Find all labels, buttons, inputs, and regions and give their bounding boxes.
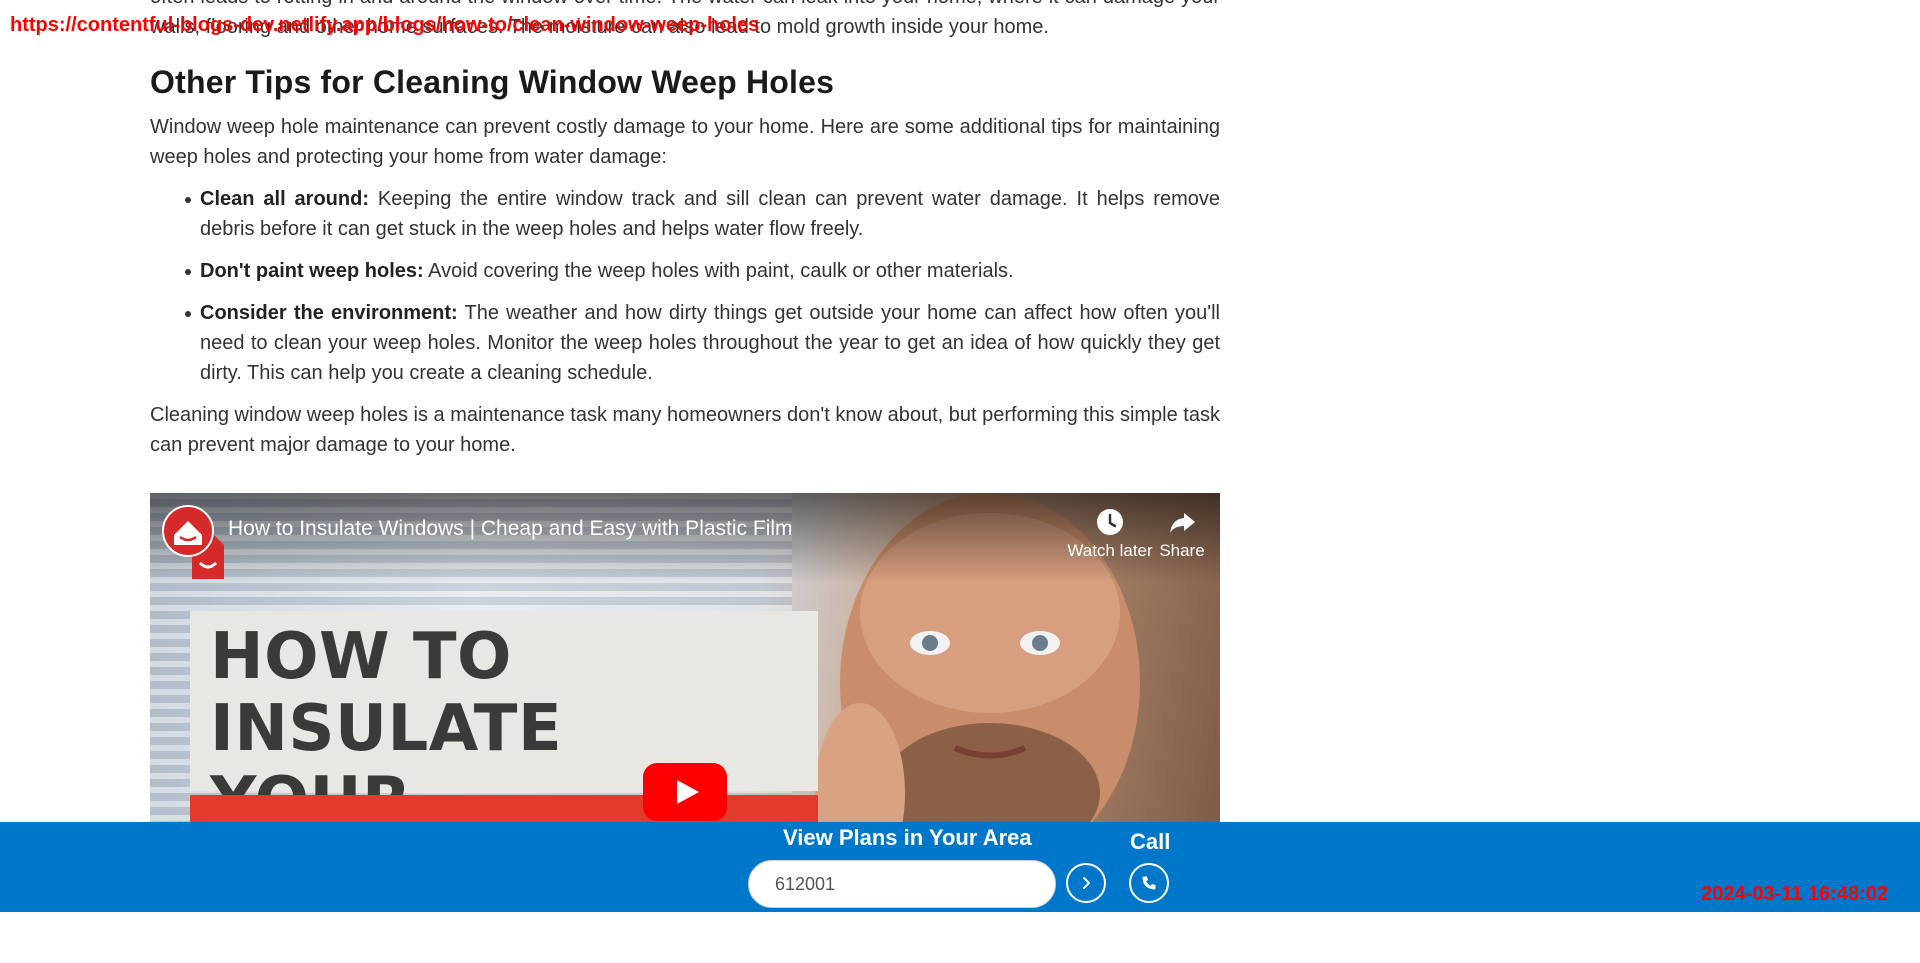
page-url-overlay: https://contentful-blogs-dev.netlify.app… — [10, 14, 760, 36]
channel-logo-icon[interactable] — [162, 505, 226, 583]
tips-intro-paragraph: Window weep hole maintenance can prevent… — [150, 116, 1220, 168]
youtube-video-embed[interactable]: HOW TO INSULATE YOUR WINDOWS How to Insu… — [150, 493, 1220, 873]
call-button[interactable] — [1129, 863, 1169, 903]
zip-submit-button[interactable] — [1066, 863, 1106, 903]
zip-code-input[interactable] — [748, 860, 1056, 908]
list-item: Clean all around: Keeping the entire win… — [185, 184, 1220, 244]
share-button[interactable]: Share — [1152, 507, 1212, 561]
share-label: Share — [1159, 541, 1205, 560]
capture-timestamp: 2024-03-11 16:48:02 — [1701, 883, 1888, 905]
tips-list: Clean all around: Keeping the entire win… — [150, 184, 1220, 388]
tip-text: Avoid covering the weep holes with paint… — [423, 260, 1014, 282]
view-plans-bar: View Plans in Your Area Call — [0, 822, 1920, 912]
watch-later-label: Watch later — [1067, 541, 1153, 560]
list-item: Consider the environment: The weather an… — [185, 298, 1220, 388]
clock-icon — [1097, 509, 1123, 535]
closing-paragraph: Cleaning window weep holes is a maintena… — [150, 404, 1220, 456]
youtube-play-button[interactable] — [643, 763, 727, 821]
view-plans-title: View Plans in Your Area — [783, 825, 1032, 850]
page: often leads to rotting in and around the… — [0, 0, 1920, 963]
section-heading: Other Tips for Cleaning Window Weep Hole… — [150, 64, 835, 100]
tip-title: Clean all around: — [200, 188, 369, 210]
tip-title: Consider the environment: — [200, 302, 458, 324]
article-body: often leads to rotting in and around the… — [150, 0, 1220, 472]
video-title-link[interactable]: How to Insulate Windows | Cheap and Easy… — [228, 517, 793, 541]
call-label: Call — [1130, 829, 1171, 854]
share-arrow-icon — [1170, 513, 1195, 533]
list-item: Don't paint weep holes: Avoid covering t… — [185, 256, 1220, 286]
phone-icon — [1142, 876, 1156, 890]
chevron-right-icon — [1083, 877, 1090, 889]
watch-later-button[interactable]: Watch later — [1060, 507, 1160, 561]
tip-title: Don't paint weep holes: — [200, 260, 424, 282]
